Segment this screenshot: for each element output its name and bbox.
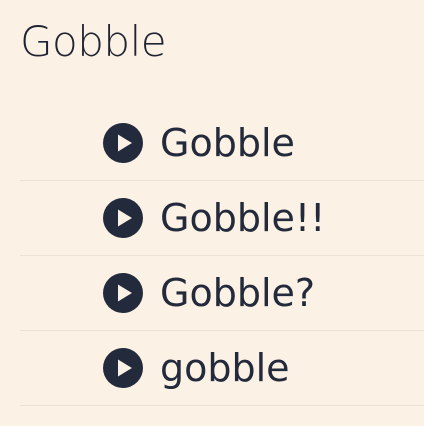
sound-item-gobble-lowercase[interactable]: gobble [20, 331, 424, 406]
sound-item-gobble-question[interactable]: Gobble? [20, 256, 424, 331]
sound-label: Gobble [160, 121, 295, 165]
sound-label: Gobble? [160, 271, 316, 315]
sound-item-gobble[interactable]: Gobble [20, 106, 424, 181]
page-title: Gobble [20, 17, 167, 66]
sound-label: Gobble!! [160, 196, 326, 240]
sound-item-gobble-exclaim[interactable]: Gobble!! [20, 181, 424, 256]
sound-list: Gobble Gobble!! Gobble? gobble [20, 106, 424, 406]
play-circle-icon[interactable] [103, 198, 143, 238]
play-circle-icon[interactable] [103, 348, 143, 388]
play-circle-icon[interactable] [103, 123, 143, 163]
sound-label: gobble [160, 346, 290, 390]
play-circle-icon[interactable] [103, 273, 143, 313]
